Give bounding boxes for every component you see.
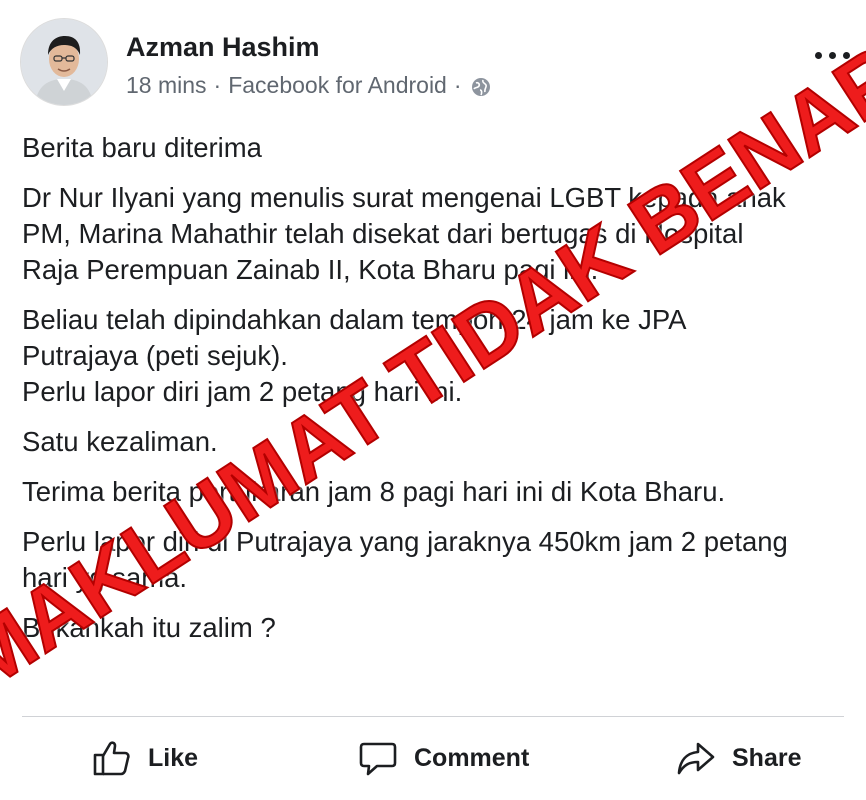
meta-separator: ·	[213, 72, 222, 98]
post-paragraph: Terima berita pertukaran jam 8 pagi hari…	[22, 476, 726, 507]
more-dot	[843, 52, 850, 59]
post-body: Berita baru diterima Dr Nur Ilyani yang …	[22, 130, 852, 660]
post-paragraph: Perlu lapor diri di Putrajaya yang jarak…	[22, 526, 788, 593]
meta-separator: ·	[453, 72, 462, 98]
author-name[interactable]: Azman Hashim	[126, 32, 320, 63]
post-paragraph: Berita baru diterima	[22, 132, 262, 163]
comment-icon	[359, 742, 397, 776]
post-meta: 18 mins · Facebook for Android ·	[126, 72, 491, 99]
post-time[interactable]: 18 mins	[126, 72, 207, 99]
share-button[interactable]: Share	[676, 734, 801, 782]
avatar-portrait-icon	[21, 19, 107, 105]
post-actions-bar: Like Comment Share	[0, 724, 866, 792]
post-paragraph: Bukankah itu zalim ?	[22, 612, 276, 643]
post-source: Facebook for Android	[228, 72, 447, 98]
more-options-button[interactable]	[814, 48, 850, 62]
avatar[interactable]	[20, 18, 108, 106]
comment-label: Comment	[414, 743, 530, 772]
post-header: Azman Hashim 18 mins · Facebook for Andr…	[20, 18, 850, 110]
divider	[22, 716, 844, 717]
thumbs-up-icon	[93, 741, 130, 776]
like-button[interactable]: Like	[92, 734, 198, 782]
facebook-post: Azman Hashim 18 mins · Facebook for Andr…	[0, 0, 866, 800]
post-paragraph: Dr Nur Ilyani yang menulis surat mengena…	[22, 182, 786, 285]
share-arrow-icon	[677, 742, 715, 775]
more-dot	[829, 52, 836, 59]
globe-icon	[471, 76, 491, 96]
more-dot	[815, 52, 822, 59]
share-label: Share	[732, 743, 802, 772]
post-paragraph: Satu kezaliman.	[22, 426, 218, 457]
post-paragraph: Beliau telah dipindahkan dalam tempoh 24…	[22, 304, 687, 407]
like-label: Like	[148, 743, 199, 772]
comment-button[interactable]: Comment	[358, 734, 529, 782]
